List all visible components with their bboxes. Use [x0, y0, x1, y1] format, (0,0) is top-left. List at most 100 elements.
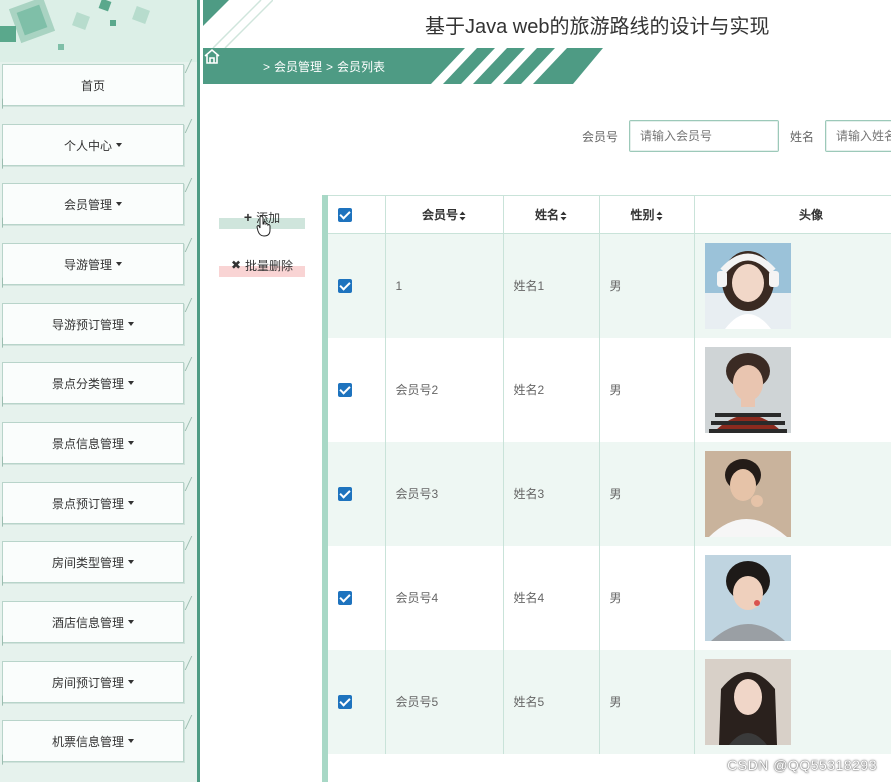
name-cell: 姓名2 — [503, 337, 600, 442]
sort-icon[interactable] — [459, 211, 466, 221]
column-header-name[interactable]: 姓名 — [503, 195, 600, 234]
column-header-gender[interactable]: 性别 — [599, 195, 695, 234]
page-title: 基于Java web的旅游路线的设计与实现 — [425, 16, 770, 38]
column-label: 头像 — [798, 208, 823, 222]
row-checkbox-cell — [328, 649, 386, 754]
avatar-girl-headphones[interactable] — [704, 242, 791, 329]
sidebar-item-label: 个人中心 — [63, 138, 112, 153]
sidebar-item-personal-center[interactable]: 个人中心 — [2, 124, 184, 166]
sidebar-item-guide-management[interactable]: 导游管理 — [2, 243, 184, 285]
caret-down-icon — [116, 202, 122, 206]
column-label: 性别 — [630, 208, 655, 222]
avatar-boy-white-shirt[interactable] — [704, 450, 791, 537]
gender-cell: 男 — [599, 545, 695, 650]
row-checkbox[interactable] — [338, 382, 352, 397]
sidebar-item-room-booking[interactable]: 房间预订管理 — [2, 661, 184, 703]
breadcrumb-separator: > — [326, 59, 334, 74]
member-table: 会员号 姓名 性别 头像 1 姓名1 男 会员号2 姓名2 男 会员号3 姓名3… — [322, 195, 891, 782]
hand-cursor-icon — [256, 215, 271, 237]
row-checkbox-cell — [328, 233, 386, 338]
sort-icon[interactable] — [560, 211, 567, 221]
breadcrumb-separator: > — [263, 59, 271, 74]
sidebar-item-label: 酒店信息管理 — [51, 615, 124, 630]
sidebar-item-room-type[interactable]: 房间类型管理 — [2, 541, 184, 583]
column-label: 姓名 — [534, 208, 559, 222]
gender-cell: 男 — [599, 233, 695, 338]
caret-down-icon — [116, 262, 122, 266]
table-row: 会员号4 姓名4 男 — [328, 545, 891, 650]
sidebar-item-attraction-booking[interactable]: 景点预订管理 — [2, 482, 184, 524]
caret-down-icon — [128, 501, 134, 505]
caret-down-icon — [116, 143, 122, 147]
member-no-cell: 会员号5 — [385, 649, 504, 754]
caret-down-icon — [128, 560, 134, 564]
member-no-label: 会员号 — [582, 130, 619, 144]
member-no-cell: 会员号4 — [385, 545, 504, 650]
column-label: 会员号 — [421, 208, 458, 222]
sidebar-item-label: 房间类型管理 — [51, 555, 124, 570]
sidebar-item-guide-booking[interactable]: 导游预订管理 — [2, 303, 184, 345]
avatar-cell — [694, 441, 891, 546]
breadcrumb-item-member-list: 会员列表 — [337, 60, 386, 74]
name-cell: 姓名3 — [503, 441, 600, 546]
watermark: CSDN @QQ55318293 — [727, 757, 877, 773]
sort-icon[interactable] — [656, 211, 663, 221]
member-no-cell: 1 — [385, 233, 504, 338]
gender-cell: 男 — [599, 337, 695, 442]
caret-down-icon — [128, 620, 134, 624]
avatar-boy-striped-shirt[interactable] — [704, 346, 791, 433]
column-header-member-no[interactable]: 会员号 — [385, 195, 504, 234]
avatar-girl-long-hair[interactable] — [704, 658, 791, 745]
name-cell: 姓名1 — [503, 233, 600, 338]
sidebar-decoration — [0, 0, 197, 62]
avatar-boy-grey-hoodie[interactable] — [704, 554, 791, 641]
caret-down-icon — [128, 680, 134, 684]
avatar-cell — [694, 233, 891, 338]
sidebar-item-flight-info[interactable]: 机票信息管理 — [2, 720, 184, 762]
sidebar-item-label: 房间预订管理 — [51, 675, 124, 690]
sidebar-item-label: 导游管理 — [63, 257, 112, 272]
table-row: 会员号3 姓名3 男 — [328, 441, 891, 546]
member-no-cell: 会员号3 — [385, 441, 504, 546]
table-header-row: 会员号 姓名 性别 头像 — [328, 195, 891, 234]
breadcrumb-bar: > 会员管理 > 会员列表 — [203, 48, 603, 84]
header-decoration — [203, 0, 273, 48]
name-label: 姓名 — [790, 130, 815, 144]
header: 基于Java web的旅游路线的设计与实现 — [203, 0, 891, 48]
sidebar-item-home[interactable]: 首页 — [2, 64, 184, 106]
sidebar-item-hotel-info[interactable]: 酒店信息管理 — [2, 601, 184, 643]
sidebar-item-attraction-info[interactable]: 景点信息管理 — [2, 422, 184, 464]
select-all-cell — [328, 195, 386, 234]
caret-down-icon — [128, 381, 134, 385]
member-no-search-input[interactable] — [629, 120, 779, 152]
sidebar-item-label: 景点分类管理 — [51, 376, 124, 391]
close-icon: ✖ — [230, 258, 242, 272]
caret-down-icon — [128, 441, 134, 445]
avatar-cell — [694, 545, 891, 650]
gender-cell: 男 — [599, 441, 695, 546]
name-search-input[interactable] — [825, 120, 891, 152]
table-row: 会员号5 姓名5 男 — [328, 649, 891, 754]
row-checkbox[interactable] — [338, 279, 352, 294]
select-all-checkbox[interactable] — [338, 207, 352, 222]
sidebar-item-label: 首页 — [80, 78, 105, 93]
sidebar-item-label: 景点信息管理 — [51, 436, 124, 451]
sidebar-item-attraction-category[interactable]: 景点分类管理 — [2, 362, 184, 404]
sidebar-item-label: 会员管理 — [63, 197, 112, 212]
member-no-cell: 会员号2 — [385, 337, 504, 442]
row-checkbox[interactable] — [338, 486, 352, 501]
sidebar-item-member-management[interactable]: 会员管理 — [2, 183, 184, 225]
row-checkbox[interactable] — [338, 694, 352, 709]
batch-delete-label: 批量删除 — [245, 258, 294, 273]
batch-delete-button[interactable]: ✖ 批量删除 — [219, 253, 305, 277]
row-checkbox[interactable] — [338, 590, 352, 605]
sidebar-item-label: 导游预订管理 — [51, 317, 124, 332]
row-checkbox-cell — [328, 545, 386, 650]
home-icon[interactable] — [203, 48, 221, 64]
gender-cell: 男 — [599, 649, 695, 754]
caret-down-icon — [128, 322, 134, 326]
name-cell: 姓名5 — [503, 649, 600, 754]
row-checkbox-cell — [328, 337, 386, 442]
breadcrumb-item-member-management[interactable]: 会员管理 — [274, 58, 322, 75]
caret-down-icon — [128, 739, 134, 743]
